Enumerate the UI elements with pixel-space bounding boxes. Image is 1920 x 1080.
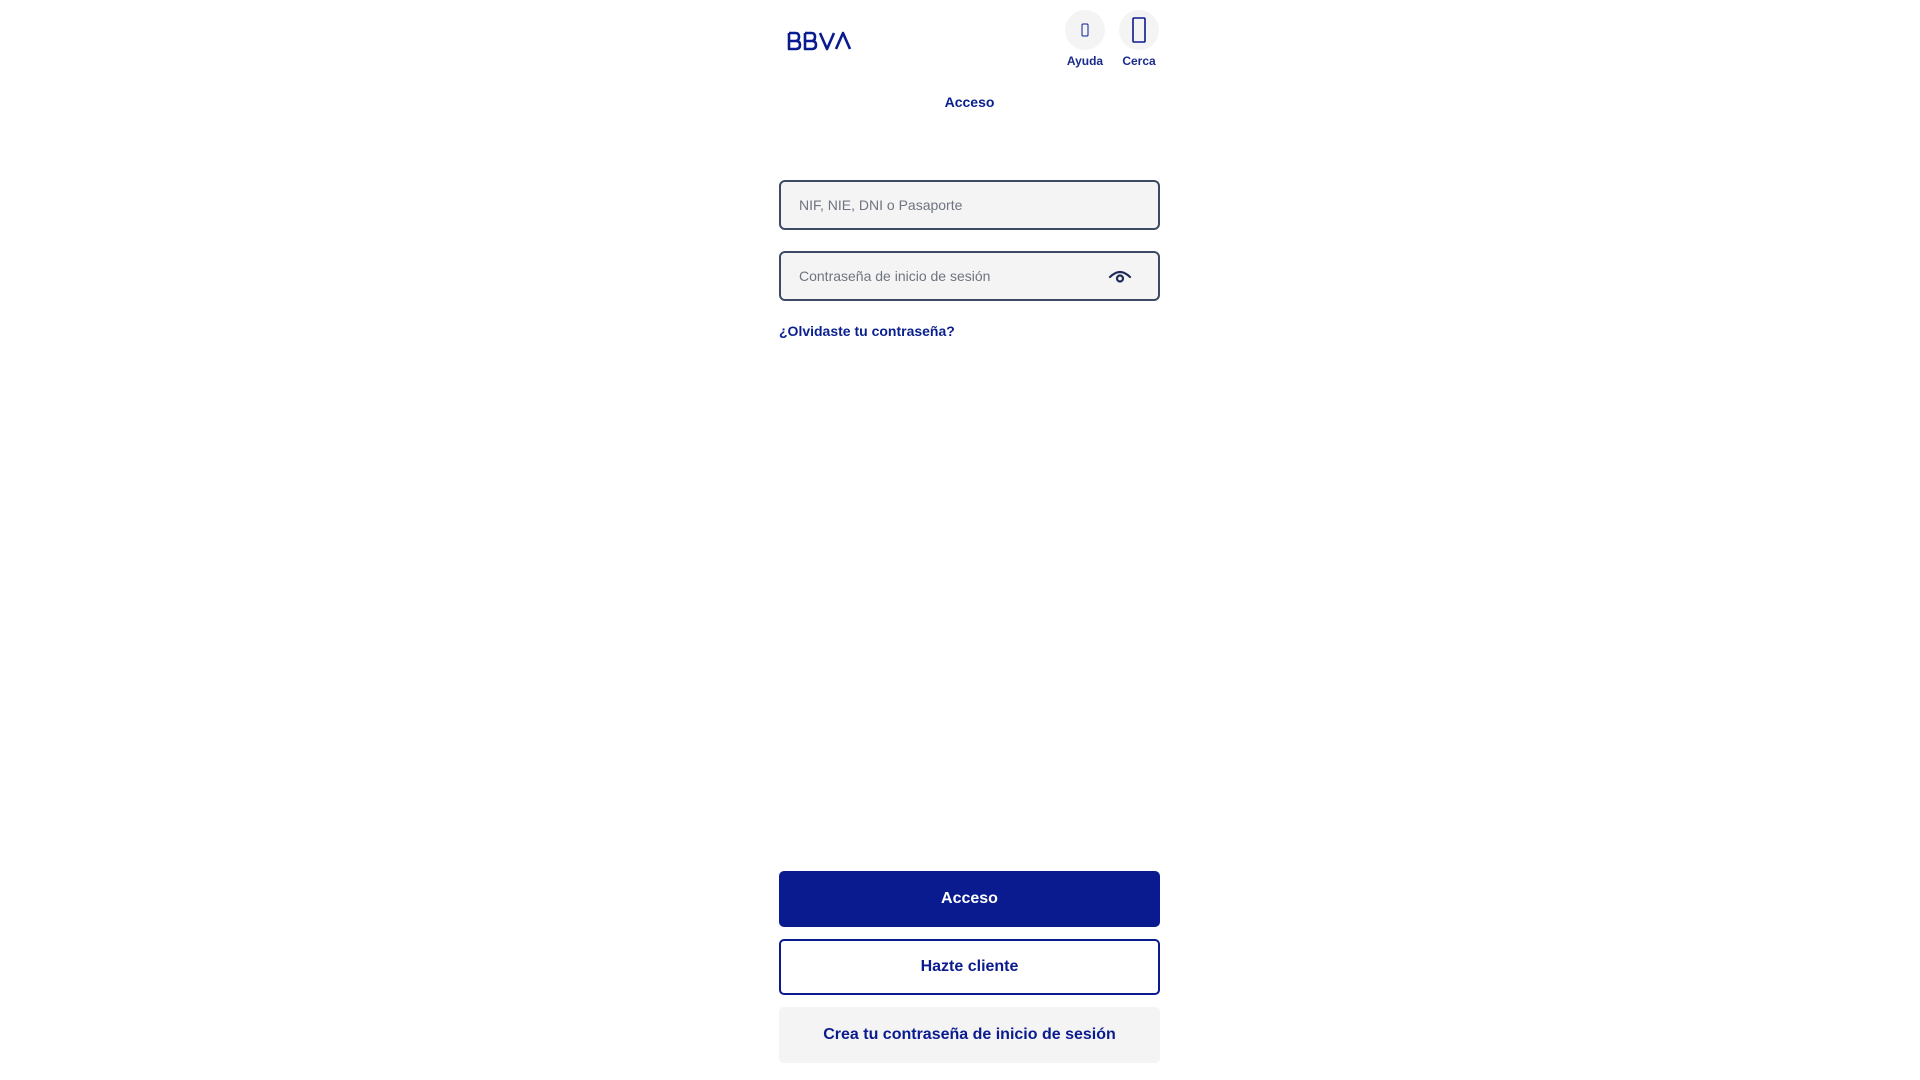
bbva-logo[interactable] [786,30,856,52]
password-field [779,251,1160,301]
help-button[interactable]: Ayuda [1064,10,1106,68]
forgot-password-link[interactable]: ¿Olvidaste tu contraseña? [779,323,955,339]
create-password-button[interactable]: Crea tu contraseña de inicio de sesión [779,1007,1160,1063]
nearby-button[interactable]: Cerca [1118,10,1160,68]
password-input[interactable] [781,253,1106,299]
location-pin-icon [1132,17,1146,43]
header-actions: Ayuda Cerca [1064,10,1160,68]
header: Ayuda Cerca [779,0,1160,80]
user-id-input[interactable] [781,182,1158,228]
user-id-field [779,180,1160,230]
help-icon-wrapper [1065,10,1105,50]
help-icon [1081,23,1089,37]
show-password-button[interactable] [1106,262,1134,290]
eye-icon [1108,270,1132,283]
help-label: Ayuda [1066,54,1104,68]
page-title: Acceso [944,94,995,110]
login-column: Ayuda Cerca Acceso NIF, NIE, DNI o Pasap… [779,0,1160,1080]
nearby-icon-wrapper [1119,10,1159,50]
bbva-logo-icon [787,31,852,51]
become-client-button[interactable]: Hazte cliente [779,939,1160,995]
nearby-label: Cerca [1122,54,1156,68]
login-button[interactable]: Acceso [779,871,1160,927]
login-page: Ayuda Cerca Acceso NIF, NIE, DNI o Pasap… [0,0,1920,1080]
